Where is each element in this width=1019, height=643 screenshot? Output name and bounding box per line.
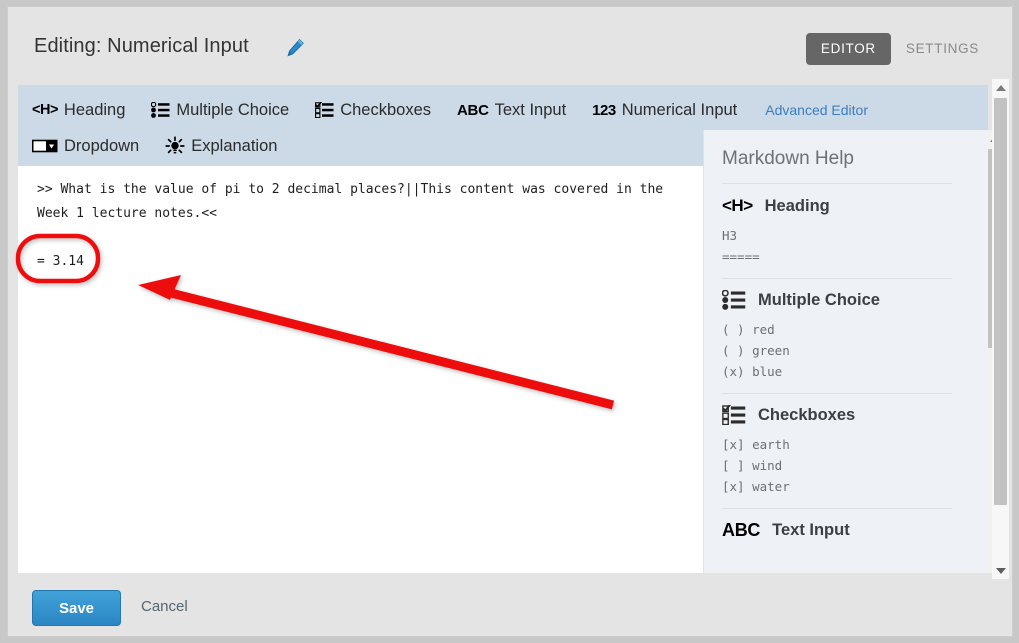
help-section-label: Multiple Choice [758,290,880,309]
help-section-label: Checkboxes [758,405,856,424]
toolbar-item-label: Text Input [494,100,567,119]
scroll-down-arrow-icon[interactable] [992,562,1009,579]
markdown-help-panel: Markdown Help <H> Heading H3 ===== Multi… [703,130,1003,573]
toolbar-item-label: Multiple Choice [176,100,290,119]
help-section-label: Text Input [772,520,850,539]
page-scrollbar[interactable] [992,79,1009,579]
help-section-heading: <H> Heading H3 ===== [722,196,952,279]
question-markdown-text: >> What is the value of pi to 2 decimal … [37,182,671,221]
toolbar-item-multiple-choice[interactable]: Multiple Choice [151,100,289,120]
help-section-header: <H> Heading [722,196,952,216]
heading-glyph: <H> [32,102,58,118]
editor-window: Editing: Numerical Input EDITOR SETTINGS… [7,6,1013,637]
toolbar-item-label: Dropdown [64,136,140,155]
text-input-icon: ABC [722,520,760,540]
toolbar-item-heading[interactable]: <H> Heading [32,100,125,120]
help-section-header: Multiple Choice [722,290,952,310]
abc-glyph: ABC [457,101,489,119]
checkboxes-icon [315,100,334,120]
editor-region: <H> Heading Multiple Choice Checkboxes A… [13,79,1009,579]
heading-icon: <H> [32,100,58,120]
checkboxes-icon [722,405,746,425]
cancel-button[interactable]: Cancel [141,598,188,615]
toolbar-row-1: <H> Heading Multiple Choice Checkboxes A… [32,92,988,128]
explanation-icon [165,136,185,156]
heading-glyph: <H> [722,196,753,215]
toolbar-item-dropdown[interactable]: Dropdown [32,136,139,156]
advanced-editor-link[interactable]: Advanced Editor [765,102,868,118]
123-glyph: 123 [592,101,616,119]
tab-editor[interactable]: EDITOR [805,33,891,65]
help-section-text-input: ABC Text Input [722,520,952,560]
markdown-help-title: Markdown Help [722,148,952,184]
dropdown-icon [32,136,58,156]
page-scrollbar-thumb[interactable] [994,98,1007,505]
help-section-header: Checkboxes [722,405,952,425]
multiple-choice-icon [151,100,170,120]
page-title: Editing: Numerical Input [34,35,249,57]
window-header: Editing: Numerical Input EDITOR SETTINGS [8,7,1012,79]
toolbar-item-label: Heading [63,100,126,119]
help-section-code: [x] earth [ ] wind [x] water [722,437,790,494]
multiple-choice-icon [722,290,746,310]
markdown-help-content: Markdown Help <H> Heading H3 ===== Multi… [704,130,974,571]
help-section-checkboxes: Checkboxes [x] earth [ ] wind [x] water [722,405,952,509]
help-section-code: H3 ===== [722,228,760,264]
toolbar-item-checkboxes[interactable]: Checkboxes [315,100,431,120]
help-section-code: ( ) red ( ) green (x) blue [722,322,790,379]
heading-icon: <H> [722,196,753,216]
tab-settings[interactable]: SETTINGS [891,33,994,65]
toolbar-item-numerical-input[interactable]: 123 Numerical Input [592,100,737,120]
help-section-label: Heading [764,196,830,215]
toolbar-item-label: Numerical Input [621,100,738,119]
toolbar-item-text-input[interactable]: ABC Text Input [457,100,566,120]
text-input-icon: ABC [457,100,489,120]
scroll-up-arrow-icon[interactable] [992,79,1009,96]
help-section-multiple-choice: Multiple Choice ( ) red ( ) green (x) bl… [722,290,952,394]
answer-markdown-text: = 3.14 [37,254,84,269]
toolbar-item-explanation[interactable]: Explanation [165,136,277,156]
abc-glyph: ABC [722,519,761,540]
view-toggle-group: EDITOR SETTINGS [805,33,994,65]
save-button[interactable]: Save [32,590,121,626]
toolbar-item-label: Explanation [191,136,278,155]
window-footer: Save Cancel [8,579,1012,636]
toolbar-item-label: Checkboxes [340,100,432,119]
help-section-header: ABC Text Input [722,520,952,540]
pencil-icon[interactable] [284,37,306,59]
numerical-input-icon: 123 [592,100,616,120]
